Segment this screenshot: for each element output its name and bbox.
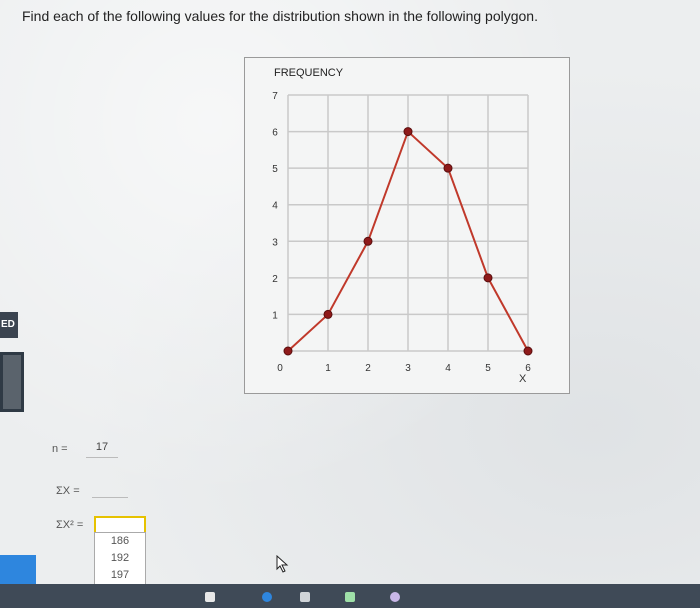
y-tick-label: 4 xyxy=(272,201,278,212)
x-tick-label: 0 xyxy=(277,363,283,374)
mouse-cursor-icon xyxy=(276,555,289,573)
data-point-marker xyxy=(363,236,373,246)
dropdown-option[interactable]: 186 xyxy=(95,533,145,550)
y-tick-label: 1 xyxy=(272,310,278,321)
n-value: 17 xyxy=(86,441,118,458)
taskbar-folder-icon[interactable] xyxy=(300,592,310,602)
data-point-marker xyxy=(443,163,453,173)
dropdown-option[interactable]: 192 xyxy=(95,550,145,567)
y-tick-label: 7 xyxy=(272,91,278,102)
side-tab[interactable]: ED xyxy=(0,312,18,338)
frequency-polygon-svg: 12345670 1 2 3 4 5 6 FREQUENCY X xyxy=(272,67,533,385)
x-tick-label: 1 xyxy=(325,363,331,374)
x-tick-label: 5 xyxy=(485,363,491,374)
data-point-marker xyxy=(283,346,293,356)
answer-dropdown-list[interactable]: 186 192 197 xyxy=(94,532,146,585)
taskbar-settings-icon[interactable] xyxy=(390,592,400,602)
y-tick-label: 3 xyxy=(272,237,278,248)
data-point-marker xyxy=(403,127,413,137)
sum-x-label: ΣX = xyxy=(56,485,80,497)
data-point-marker xyxy=(323,309,333,319)
taskbar-browser-icon[interactable] xyxy=(262,592,272,602)
y-tick-label: 2 xyxy=(272,274,278,285)
dropdown-option[interactable]: 197 xyxy=(95,567,145,584)
data-point-marker xyxy=(483,273,493,283)
x-tick-label: 2 xyxy=(365,363,371,374)
y-tick-label: 6 xyxy=(272,128,278,139)
data-point-marker xyxy=(523,346,533,356)
side-thumbnail xyxy=(0,352,24,412)
n-label: n = xyxy=(52,443,68,455)
y-tick-label: 5 xyxy=(272,164,278,175)
x-tick-label: 3 xyxy=(405,363,411,374)
sum-x2-label: ΣX² = xyxy=(56,519,84,531)
y-axis-label: FREQUENCY xyxy=(274,67,344,79)
sum-x-answer[interactable] xyxy=(92,483,128,498)
question-text: Find each of the following values for th… xyxy=(22,8,538,24)
x-tick-label: 4 xyxy=(445,363,451,374)
taskbar-app-icon[interactable] xyxy=(205,592,215,602)
x-axis-label: X xyxy=(519,373,527,385)
taskbar-grid-icon[interactable] xyxy=(345,592,355,602)
